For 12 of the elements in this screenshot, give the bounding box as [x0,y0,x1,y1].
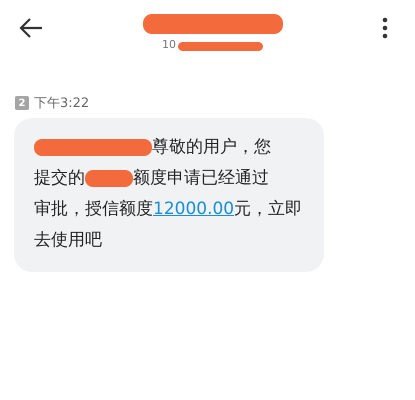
sim-badge: 2 [15,96,29,110]
redaction-mark [85,170,133,187]
message-text: 提交的 [34,167,85,190]
message-text: 元，立即 [234,198,302,221]
amount-link[interactable]: 12000.00 [153,194,234,225]
more-icon[interactable] [381,17,389,39]
message-text: 额度申请已经通过 [133,167,269,190]
message-time: 下午3:22 [34,95,90,112]
message-text: 审批，授信额度 [34,198,153,221]
message-text: 尊敬的用户，您 [152,136,271,159]
sender-number: 10 [162,38,176,51]
message-text: 去使用吧 [34,229,102,252]
